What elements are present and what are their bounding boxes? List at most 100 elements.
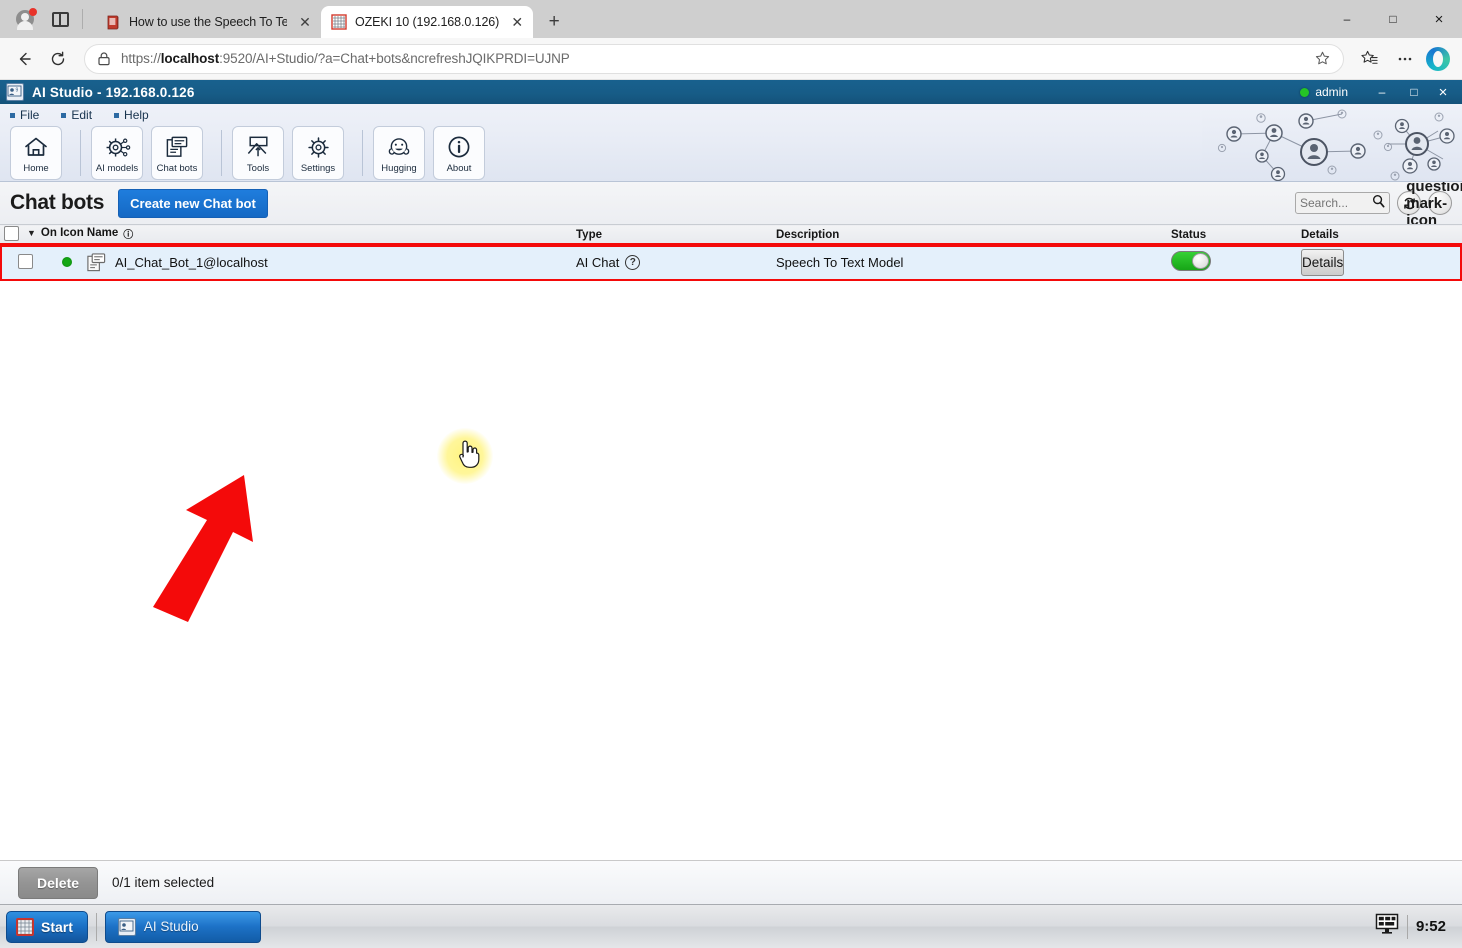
add-favorite-icon[interactable] [1311, 48, 1333, 70]
details-button[interactable]: Details [1301, 249, 1345, 277]
menu-item-file[interactable]: File [10, 108, 39, 122]
column-header-details[interactable]: Details [1297, 224, 1462, 245]
column-header-name[interactable]: ▼ On Icon Name ⓘ [0, 224, 572, 245]
toolbar-group-navigation: Home [10, 126, 70, 180]
book-icon [107, 15, 119, 30]
row-details-cell[interactable]: Details [1297, 244, 1462, 281]
tab-close-icon[interactable]: ✕ [295, 12, 315, 32]
column-header-label: On Icon Name [40, 227, 119, 239]
clock[interactable]: 9:52 [1416, 918, 1446, 935]
page-header: Chat bots Create new Chat bot Search... … [0, 182, 1462, 229]
online-status-dot [1300, 87, 1310, 97]
close-button[interactable]: × [1416, 0, 1462, 38]
row-on-indicator [62, 257, 72, 268]
ai-studio-icon [117, 917, 136, 936]
app-title: AI Studio - 192.168.0.126 [32, 84, 195, 100]
ai-studio-app: 9 AI Studio - 192.168.0.126 admin – □ × … [0, 80, 1462, 904]
toolbar-button-home[interactable]: Home [10, 126, 62, 180]
system-tray: 9:52 [1375, 913, 1456, 940]
toolbar-label: Tools [246, 163, 270, 174]
browser-window-controls: – □ × [1324, 0, 1462, 38]
row-checkbox[interactable] [18, 253, 33, 269]
row-name-cell[interactable]: AI_Chat_Bot_1@localhost [82, 244, 572, 281]
create-new-chat-bot-button[interactable]: Create new Chat bot [118, 188, 268, 218]
page-header-actions: question-mark-icon [1295, 182, 1462, 229]
navbar-right-icons [1352, 43, 1454, 75]
app-minimize-button[interactable]: – [1366, 80, 1398, 104]
app-titlebar: 9 AI Studio - 192.168.0.126 admin – □ × [0, 80, 1462, 104]
more-icon [1398, 57, 1412, 60]
menu-item-help[interactable]: Help [114, 108, 149, 122]
tabstrip-left-icons [6, 0, 95, 38]
search-input[interactable] [1300, 196, 1370, 210]
profile-notification-dot [29, 8, 37, 16]
sort-indicator-icon[interactable]: ⓘ [123, 226, 133, 241]
toolbar-button-chat-bots[interactable]: Chat bots [151, 126, 203, 180]
tab-title: OZEKI 10 (192.168.0.126) [355, 15, 500, 29]
maximize-button[interactable]: □ [1370, 0, 1416, 38]
minimize-button[interactable]: – [1324, 0, 1370, 38]
address-bar[interactable]: https://localhost:9520/AI+Studio/?a=Chat… [84, 43, 1344, 74]
reload-button[interactable] [42, 43, 74, 75]
toolbar-button-about[interactable]: About [433, 126, 485, 180]
toolbar-separator [80, 130, 81, 176]
username-label: admin [1315, 85, 1348, 99]
table-row[interactable]: AI_Chat_Bot_1@localhost AI Chat ? Speech… [0, 242, 1462, 283]
toolbar-button-hugging[interactable]: Hugging [373, 126, 425, 180]
column-header-status[interactable]: Status [1167, 224, 1297, 245]
search-icon[interactable] [1372, 194, 1385, 213]
tab-title: How to use the Speech To Text m [129, 15, 287, 29]
status-toggle[interactable] [1171, 251, 1211, 272]
tab-actions-button[interactable] [46, 5, 74, 33]
toolbar-label: AI models [95, 163, 139, 174]
row-status-cell[interactable] [1167, 244, 1297, 281]
app-titlebar-right: admin – □ × [1300, 80, 1462, 104]
lock-icon [98, 51, 110, 65]
menu-item-edit[interactable]: Edit [61, 108, 92, 122]
chat-bots-icon [164, 132, 190, 162]
table-empty-area [0, 280, 1462, 860]
copilot-icon[interactable] [1426, 46, 1450, 71]
column-header-description[interactable]: Description [772, 224, 1167, 245]
toolbar-button-tools[interactable]: Tools [232, 126, 284, 180]
row-on-cell [52, 244, 82, 281]
taskbar-item-ai-studio[interactable]: AI Studio [104, 910, 261, 943]
profile-button[interactable] [10, 4, 40, 34]
toolbar-button-ai-models[interactable]: AI models [91, 126, 143, 180]
column-header-type[interactable]: Type [572, 224, 772, 245]
browser-tabstrip: How to use the Speech To Text m ✕ OZEKI … [0, 0, 1462, 38]
address-bar-url: https://localhost:9520/AI+Studio/?a=Chat… [121, 51, 570, 66]
toolbar-button-settings[interactable]: Settings [292, 126, 344, 180]
browser-tab-1[interactable]: OZEKI 10 (192.168.0.126) ✕ [321, 6, 534, 38]
selection-status: 0/1 item selected [112, 875, 215, 890]
back-arrow-icon [19, 52, 31, 65]
display-icon[interactable] [1375, 913, 1399, 940]
row-type-label: AI Chat [576, 255, 620, 271]
chat-bot-icon [87, 253, 106, 272]
new-tab-button[interactable]: + [539, 7, 569, 37]
browser-tab-0[interactable]: How to use the Speech To Text m ✕ [95, 6, 321, 38]
type-help-icon[interactable]: ? [625, 255, 641, 271]
favorites-button[interactable] [1352, 43, 1386, 75]
row-name-label: AI_Chat_Bot_1@localhost [115, 255, 268, 271]
help-button[interactable]: question-mark-icon [1406, 182, 1462, 229]
gear-icon [306, 132, 331, 162]
table-header: ▼ On Icon Name ⓘ Type Description Status… [0, 224, 1462, 245]
windows-taskbar: Start AI Studio 9:52 [0, 904, 1462, 948]
more-options-button[interactable] [1388, 43, 1422, 75]
app-maximize-button[interactable]: □ [1398, 80, 1430, 104]
home-icon [23, 132, 49, 162]
row-select-cell[interactable] [0, 244, 52, 281]
back-button[interactable] [8, 43, 40, 75]
toolbar-label: Settings [300, 163, 336, 174]
divider [82, 9, 83, 29]
delete-button[interactable]: Delete [18, 866, 99, 899]
app-close-button[interactable]: × [1430, 80, 1462, 104]
search-box[interactable] [1295, 192, 1390, 214]
start-button[interactable]: Start [6, 910, 88, 943]
select-all-checkbox[interactable] [4, 225, 19, 241]
chevron-down-icon[interactable]: ▼ [27, 228, 36, 238]
svg-text:9: 9 [16, 88, 19, 94]
tab-close-icon[interactable]: ✕ [507, 12, 527, 32]
current-user[interactable]: admin [1300, 85, 1348, 99]
